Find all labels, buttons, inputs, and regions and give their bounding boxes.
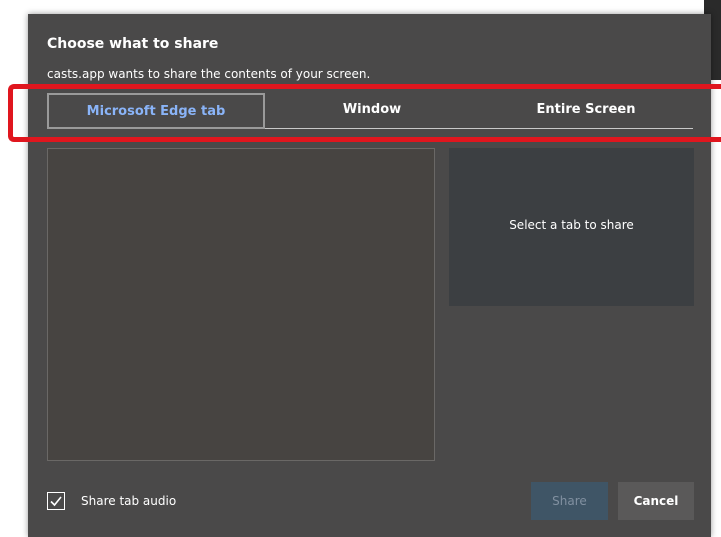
share-audio-checkbox[interactable] xyxy=(47,492,65,510)
share-button[interactable]: Share xyxy=(531,482,608,520)
cancel-button[interactable]: Cancel xyxy=(618,482,694,520)
preview-pane: Select a tab to share xyxy=(449,148,694,306)
tab-list-pane[interactable] xyxy=(47,148,435,461)
share-audio-label: Share tab audio xyxy=(81,494,177,508)
preview-message: Select a tab to share xyxy=(509,218,634,232)
background-top xyxy=(0,0,721,14)
dialog-subtitle: casts.app wants to share the contents of… xyxy=(47,67,371,81)
screen: Choose what to share casts.app wants to … xyxy=(0,0,721,537)
tab-window[interactable]: Window xyxy=(265,93,479,129)
tab-entire-screen[interactable]: Entire Screen xyxy=(479,93,693,129)
checkmark-icon xyxy=(50,496,62,507)
tab-microsoft-edge-tab[interactable]: Microsoft Edge tab xyxy=(47,93,265,129)
dialog-title: Choose what to share xyxy=(47,36,219,52)
share-audio-option: Share tab audio xyxy=(47,490,176,512)
share-dialog: Choose what to share casts.app wants to … xyxy=(28,14,711,537)
share-source-tabs: Microsoft Edge tab Window Entire Screen xyxy=(47,93,693,129)
